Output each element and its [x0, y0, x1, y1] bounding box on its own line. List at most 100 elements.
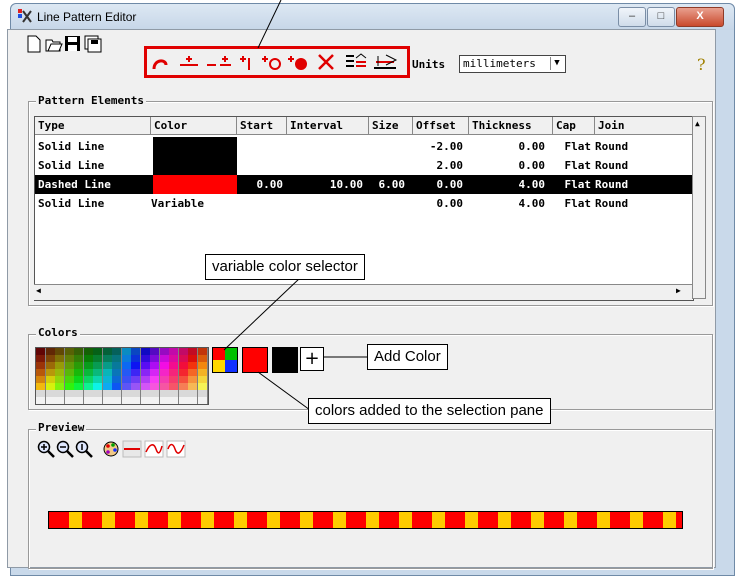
palette-swatch[interactable] [36, 383, 45, 390]
add-tick-icon[interactable] [237, 53, 255, 71]
save-icon[interactable] [64, 35, 81, 52]
palette-swatch[interactable] [150, 369, 159, 376]
palette-swatch[interactable] [159, 362, 169, 369]
palette-swatch[interactable] [83, 348, 93, 355]
palette-swatch[interactable] [150, 362, 159, 369]
palette-swatch[interactable] [197, 376, 207, 383]
palette-swatch[interactable] [131, 355, 140, 362]
new-icon[interactable] [26, 35, 42, 53]
palette-swatch[interactable] [159, 376, 169, 383]
palette-swatch[interactable] [74, 376, 83, 383]
palette-swatch[interactable] [74, 390, 83, 397]
palette-swatch[interactable] [45, 397, 55, 404]
palette-swatch[interactable] [112, 383, 121, 390]
palette-swatch[interactable] [36, 348, 45, 355]
palette-swatch[interactable] [74, 348, 83, 355]
color-palette-icon[interactable] [102, 440, 120, 458]
palette-swatch[interactable] [178, 383, 188, 390]
palette-swatch[interactable] [140, 383, 150, 390]
palette-swatch[interactable] [45, 362, 55, 369]
scroll-left-icon[interactable]: ◀ [36, 286, 41, 295]
palette-swatch[interactable] [102, 362, 112, 369]
maximize-button[interactable]: □ [647, 7, 675, 27]
add-dot-icon[interactable] [286, 53, 310, 71]
palette-swatch[interactable] [169, 397, 178, 404]
palette-swatch[interactable] [112, 390, 121, 397]
column-header-type[interactable]: Type [35, 117, 151, 135]
minimize-button[interactable]: – [618, 7, 646, 27]
palette-swatch[interactable] [169, 369, 178, 376]
column-header-size[interactable]: Size [369, 117, 413, 135]
palette-swatch[interactable] [45, 376, 55, 383]
palette-swatch[interactable] [74, 369, 83, 376]
add-dash-icon[interactable] [178, 53, 200, 71]
palette-swatch[interactable] [121, 362, 131, 369]
palette-swatch[interactable] [140, 369, 150, 376]
palette-swatch[interactable] [102, 348, 112, 355]
palette-swatch[interactable] [55, 355, 64, 362]
palette-swatch[interactable] [93, 376, 102, 383]
palette-swatch[interactable] [178, 355, 188, 362]
arc-icon[interactable] [151, 55, 169, 71]
palette-swatch[interactable] [169, 355, 178, 362]
palette-swatch[interactable] [45, 355, 55, 362]
palette-swatch[interactable] [55, 390, 64, 397]
palette-swatch[interactable] [55, 348, 64, 355]
palette-swatch[interactable] [188, 390, 197, 397]
palette-swatch[interactable] [93, 397, 102, 404]
palette-swatch[interactable] [178, 348, 188, 355]
palette-swatch[interactable] [121, 348, 131, 355]
palette-swatch[interactable] [64, 383, 74, 390]
added-color-swatch-1[interactable] [242, 347, 268, 373]
palette-swatch[interactable] [121, 369, 131, 376]
palette-swatch[interactable] [159, 369, 169, 376]
palette-swatch[interactable] [188, 355, 197, 362]
palette-swatch[interactable] [74, 383, 83, 390]
palette-swatch[interactable] [55, 376, 64, 383]
palette-swatch[interactable] [93, 348, 102, 355]
palette-swatch[interactable] [188, 369, 197, 376]
palette-swatch[interactable] [36, 369, 45, 376]
palette-swatch[interactable] [140, 362, 150, 369]
palette-swatch[interactable] [36, 355, 45, 362]
column-header-start[interactable]: Start [237, 117, 287, 135]
vertical-scrollbar[interactable]: ▲ [692, 116, 706, 299]
zoom-in-icon[interactable] [37, 440, 55, 458]
delete-icon[interactable] [316, 53, 336, 71]
palette-swatch[interactable] [64, 397, 74, 404]
palette-swatch[interactable] [140, 390, 150, 397]
palette-swatch[interactable] [121, 390, 131, 397]
help-icon[interactable]: ? [697, 55, 706, 74]
palette-swatch[interactable] [178, 390, 188, 397]
palette-swatch[interactable] [74, 397, 83, 404]
palette-swatch[interactable] [188, 397, 197, 404]
palette-swatch[interactable] [83, 362, 93, 369]
palette-swatch[interactable] [112, 369, 121, 376]
palette-swatch[interactable] [131, 383, 140, 390]
palette-swatch[interactable] [83, 355, 93, 362]
palette-swatch[interactable] [45, 383, 55, 390]
palette-swatch[interactable] [36, 376, 45, 383]
palette-swatch[interactable] [112, 355, 121, 362]
palette-swatch[interactable] [45, 348, 55, 355]
palette-swatch[interactable] [83, 397, 93, 404]
palette-swatch[interactable] [197, 383, 207, 390]
palette-swatch[interactable] [188, 362, 197, 369]
add-circle-icon[interactable] [260, 53, 284, 71]
palette-swatch[interactable] [197, 390, 207, 397]
palette-swatch[interactable] [64, 390, 74, 397]
palette-swatch[interactable] [178, 362, 188, 369]
palette-swatch[interactable] [102, 376, 112, 383]
palette-swatch[interactable] [131, 397, 140, 404]
palette-swatch[interactable] [178, 376, 188, 383]
palette-swatch[interactable] [74, 355, 83, 362]
edit-elements-icon[interactable] [344, 52, 368, 72]
add-color-button[interactable]: + [300, 347, 324, 371]
palette-swatch[interactable] [150, 383, 159, 390]
table-row[interactable]: Dashed Line 0.00 10.00 6.00 0.00 4.00 Flat Roun… [35, 175, 693, 194]
palette-swatch[interactable] [159, 390, 169, 397]
palette-swatch[interactable] [131, 369, 140, 376]
palette-swatch[interactable] [188, 376, 197, 383]
palette-swatch[interactable] [45, 369, 55, 376]
column-header-offset[interactable]: Offset [413, 117, 469, 135]
